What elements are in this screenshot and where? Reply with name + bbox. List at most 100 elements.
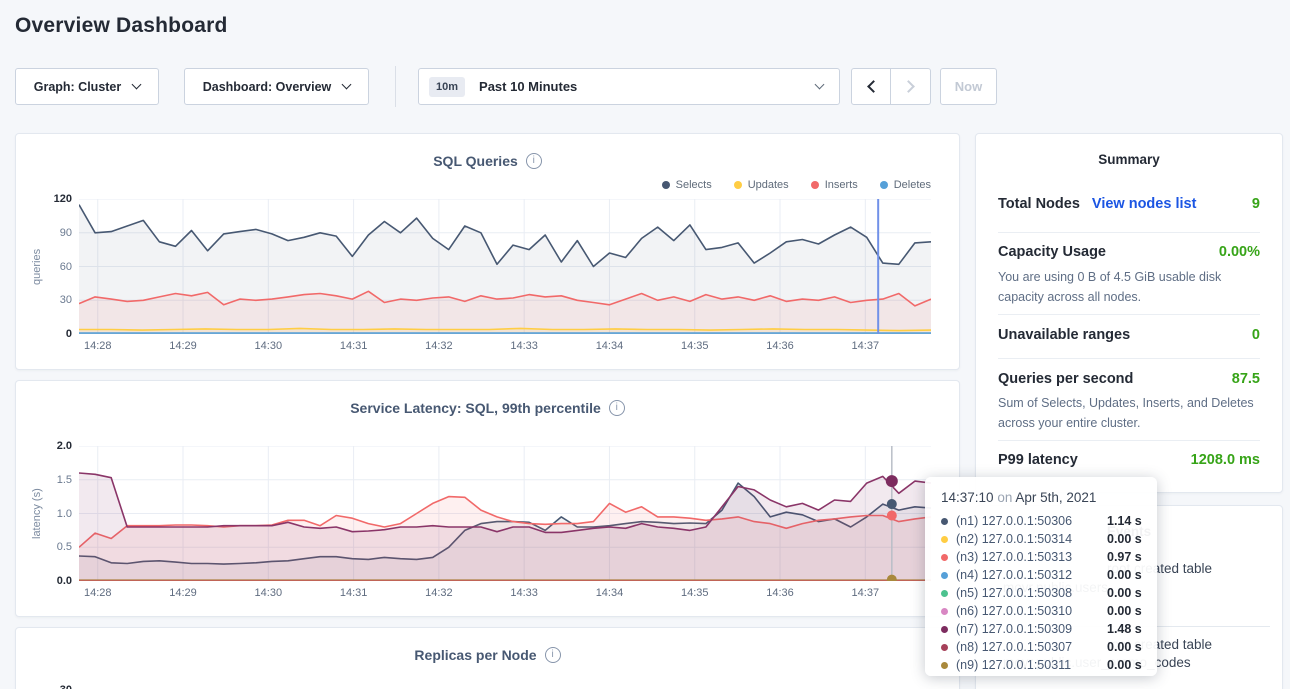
- x-tick-label: 14:29: [169, 587, 197, 599]
- node-color-dot: [941, 626, 948, 633]
- capacity-usage-label: Capacity Usage: [998, 244, 1106, 260]
- info-icon[interactable]: i: [526, 153, 542, 169]
- legend-item-updates[interactable]: Updates: [734, 179, 789, 191]
- chevron-right-icon: [902, 80, 915, 93]
- node-color-dot: [941, 518, 948, 525]
- x-tick-label: 14:28: [84, 340, 112, 352]
- tooltip-row: (n9) 127.0.0.1:503110.00 s: [941, 656, 1157, 674]
- x-tick-label: 14:31: [340, 340, 368, 352]
- chevron-down-icon: [132, 80, 142, 90]
- y-tick-label: 120: [16, 193, 72, 205]
- queries-per-second-description: Sum of Selects, Updates, Inserts, and De…: [998, 393, 1262, 433]
- queries-per-second-label: Queries per second: [998, 371, 1133, 387]
- time-range-dropdown[interactable]: 10m Past 10 Minutes: [418, 68, 840, 105]
- tooltip-date: Apr 5th, 2021: [1015, 490, 1096, 505]
- capacity-usage-value: 0.00%: [1219, 244, 1260, 260]
- tooltip-time: 14:37:10: [941, 490, 994, 505]
- summary-header: Summary: [976, 152, 1282, 167]
- x-tick-label: 14:29: [169, 340, 197, 352]
- node-color-dot: [941, 590, 948, 597]
- legend-dot: [662, 181, 670, 189]
- sql-queries-plot[interactable]: [79, 199, 931, 334]
- node-latency-value: 0.00 s: [1107, 640, 1142, 654]
- node-address: (n2) 127.0.0.1:50314: [956, 532, 1107, 546]
- sql-queries-card: SQL Queriesi SelectsUpdatesInsertsDelete…: [15, 133, 960, 370]
- p99-latency-label: P99 latency: [998, 452, 1078, 468]
- unavailable-ranges-label: Unavailable ranges: [998, 327, 1130, 343]
- node-color-dot: [941, 608, 948, 615]
- time-forward-button[interactable]: [891, 68, 931, 105]
- x-tick-label: 14:34: [596, 340, 624, 352]
- tooltip-row: (n5) 127.0.0.1:503080.00 s: [941, 584, 1157, 602]
- node-latency-value: 0.97 s: [1107, 550, 1142, 564]
- time-back-button[interactable]: [851, 68, 891, 105]
- node-latency-value: 0.00 s: [1107, 532, 1142, 546]
- node-latency-value: 1.48 s: [1107, 622, 1142, 636]
- queries-per-second-value: 87.5: [1232, 371, 1260, 387]
- divider: [998, 440, 1260, 441]
- y-tick-label: 0.0: [16, 575, 72, 587]
- info-icon[interactable]: i: [609, 400, 625, 416]
- node-address: (n3) 127.0.0.1:50313: [956, 550, 1107, 564]
- x-tick-label: 14:28: [84, 587, 112, 599]
- service-latency-card: Service Latency: SQL, 99th percentilei l…: [15, 380, 960, 617]
- x-tick-label: 14:32: [425, 587, 453, 599]
- toolbar-divider: [395, 66, 396, 107]
- node-address: (n8) 127.0.0.1:50307: [956, 640, 1107, 654]
- chart-hover-tooltip: 14:37:10 on Apr 5th, 2021 (n1) 127.0.0.1…: [925, 477, 1157, 676]
- p99-latency-value: 1208.0 ms: [1191, 452, 1260, 468]
- node-latency-value: 0.00 s: [1107, 568, 1142, 582]
- legend-dot: [734, 181, 742, 189]
- x-tick-label: 14:37: [852, 340, 880, 352]
- service-latency-svg: [79, 446, 931, 581]
- tooltip-row: (n6) 127.0.0.1:503100.00 s: [941, 602, 1157, 620]
- legend-item-deletes[interactable]: Deletes: [880, 179, 931, 191]
- x-tick-label: 14:33: [510, 340, 538, 352]
- time-range-label: Past 10 Minutes: [479, 79, 816, 94]
- y-tick-label: 0.5: [16, 541, 72, 553]
- service-latency-title: Service Latency: SQL, 99th percentile: [350, 400, 601, 416]
- graph-dropdown[interactable]: Graph: Cluster: [15, 68, 159, 105]
- now-button-label: Now: [955, 79, 982, 94]
- node-color-dot: [941, 536, 948, 543]
- replicas-partial-ytick: 30: [16, 684, 72, 689]
- latency-y-axis-ticks: 0.00.51.01.52.0: [16, 446, 72, 581]
- service-latency-plot[interactable]: [79, 446, 931, 581]
- now-button[interactable]: Now: [940, 68, 997, 105]
- y-tick-label: 60: [16, 261, 72, 273]
- node-latency-value: 0.00 s: [1107, 658, 1142, 672]
- dashboard-dropdown[interactable]: Dashboard: Overview: [184, 68, 369, 105]
- tooltip-row: (n3) 127.0.0.1:503130.97 s: [941, 548, 1157, 566]
- legend-dot: [811, 181, 819, 189]
- legend-label: Inserts: [825, 179, 858, 191]
- view-nodes-list-link[interactable]: View nodes list: [1092, 196, 1197, 212]
- x-tick-label: 14:35: [681, 587, 709, 599]
- y-tick-label: 90: [16, 227, 72, 239]
- dashboard-dropdown-label: Dashboard: Overview: [203, 80, 332, 94]
- divider: [998, 232, 1260, 233]
- sql-x-axis-ticks: 14:2814:2914:3014:3114:3214:3314:3414:35…: [79, 340, 931, 354]
- legend-item-inserts[interactable]: Inserts: [811, 179, 858, 191]
- sql-y-axis-ticks: 0306090120: [16, 199, 72, 334]
- x-tick-label: 14:36: [766, 340, 794, 352]
- node-address: (n5) 127.0.0.1:50308: [956, 586, 1107, 600]
- time-range-badge: 10m: [429, 77, 465, 97]
- info-icon[interactable]: i: [545, 647, 561, 663]
- page-title: Overview Dashboard: [15, 14, 228, 38]
- tooltip-row: (n1) 127.0.0.1:503061.14 s: [941, 512, 1157, 530]
- node-latency-value: 1.14 s: [1107, 514, 1142, 528]
- x-tick-label: 14:32: [425, 340, 453, 352]
- total-nodes-value: 9: [1252, 196, 1260, 212]
- chevron-down-icon: [815, 80, 825, 90]
- legend-item-selects[interactable]: Selects: [662, 179, 712, 191]
- x-tick-label: 14:31: [340, 587, 368, 599]
- legend-dot: [880, 181, 888, 189]
- graph-dropdown-label: Graph: Cluster: [34, 80, 122, 94]
- tooltip-row: (n7) 127.0.0.1:503091.48 s: [941, 620, 1157, 638]
- y-tick-label: 1.5: [16, 474, 72, 486]
- node-address: (n7) 127.0.0.1:50309: [956, 622, 1107, 636]
- chevron-left-icon: [867, 80, 880, 93]
- divider: [998, 314, 1260, 315]
- tooltip-row: (n4) 127.0.0.1:503120.00 s: [941, 566, 1157, 584]
- node-address: (n4) 127.0.0.1:50312: [956, 568, 1107, 582]
